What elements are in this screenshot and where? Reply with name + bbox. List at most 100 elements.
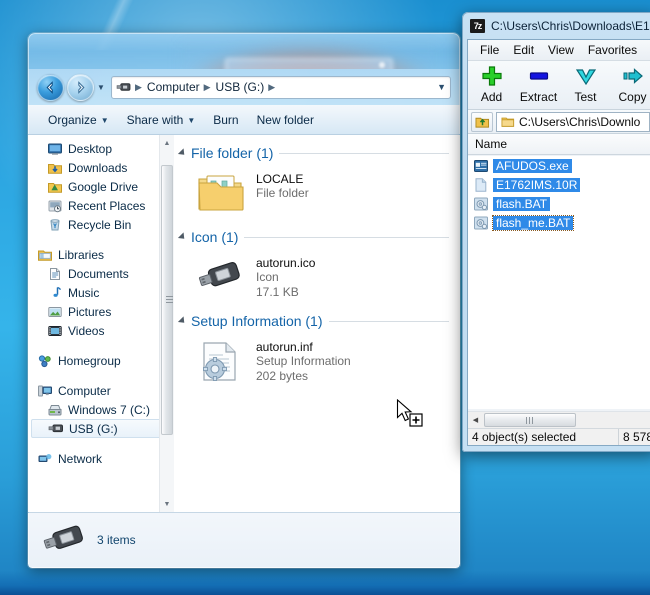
- generic-file-icon: [475, 177, 487, 192]
- batch-file-icon: [474, 197, 488, 210]
- sidebar-item-usb-g[interactable]: USB (G:): [31, 419, 170, 438]
- group-header-label: File folder (1): [191, 145, 274, 161]
- sidebar-group-separator: [29, 370, 174, 381]
- group-header-rule: [279, 152, 449, 154]
- taskbar-glow: [0, 571, 650, 595]
- sidebar-item-libraries[interactable]: Libraries: [29, 245, 174, 264]
- list-item[interactable]: AFUDOS.exe: [468, 156, 650, 175]
- menu-favorites[interactable]: Favorites: [581, 41, 644, 59]
- breadcrumb-usb[interactable]: USB (G:): [216, 80, 265, 94]
- burn-button[interactable]: Burn: [204, 109, 247, 131]
- breadcrumb-separator: ▶: [135, 81, 142, 92]
- file-item-autorun-inf[interactable]: autorun.inf Setup Information 202 bytes: [174, 331, 459, 395]
- share-with-button[interactable]: Share with ▼: [118, 109, 205, 131]
- explorer-title-bar[interactable]: [28, 33, 460, 69]
- sevenzip-window[interactable]: 7z C:\Users\Chris\Downloads\E17 File Edi…: [462, 12, 650, 452]
- sidebar-item-google-drive[interactable]: Google Drive: [29, 177, 174, 196]
- sevenzip-menu-bar[interactable]: File Edit View Favorites T: [468, 40, 650, 61]
- sidebar-item-windows-7-c[interactable]: Windows 7 (C:): [29, 400, 174, 419]
- file-name[interactable]: E1762IMS.10R: [493, 177, 581, 192]
- list-item[interactable]: flash.BAT: [468, 194, 650, 213]
- address-dropdown-icon[interactable]: ▼: [433, 82, 446, 92]
- menu-file[interactable]: File: [473, 41, 506, 59]
- sevenzip-horizontal-scrollbar[interactable]: ◀: [468, 411, 650, 428]
- sidebar-item-recent-places[interactable]: Recent Places: [29, 196, 174, 215]
- sidebar-item-label: Documents: [68, 266, 129, 281]
- usb-drive-large-icon: [198, 262, 240, 287]
- navigation-pane[interactable]: Desktop Downloads Google Drive Recent Pl…: [29, 135, 174, 512]
- menu-edit[interactable]: Edit: [506, 41, 541, 59]
- sidebar-item-label: USB (G:): [69, 421, 118, 436]
- file-list-pane[interactable]: File folder (1) LOCALE File folder Icon …: [174, 135, 459, 512]
- new-folder-button[interactable]: New folder: [248, 109, 323, 131]
- sidebar-item-label: Homegroup: [58, 353, 121, 368]
- group-header-setup-information[interactable]: Setup Information (1): [174, 311, 459, 331]
- list-item[interactable]: flash_me.BAT: [468, 213, 650, 232]
- downloads-icon: [48, 163, 62, 174]
- file-name[interactable]: flash.BAT: [493, 196, 551, 211]
- file-name[interactable]: AFUDOS.exe: [493, 158, 572, 173]
- breadcrumb-computer[interactable]: Computer: [147, 80, 200, 94]
- sevenzip-file-list[interactable]: AFUDOS.exe E1762IMS.10R flash.BAT flash_…: [468, 156, 650, 409]
- sidebar-item-homegroup[interactable]: Homegroup: [29, 351, 174, 370]
- sidebar-item-label: Recycle Bin: [68, 217, 132, 232]
- list-item[interactable]: E1762IMS.10R: [468, 175, 650, 194]
- sevenzip-client-area: File Edit View Favorites T Add: [467, 39, 650, 446]
- sidebar-item-label: Music: [68, 285, 100, 300]
- videos-library-icon: [48, 325, 62, 336]
- scrollbar-thumb[interactable]: [484, 413, 576, 427]
- explorer-window[interactable]: ▼ ▶ Computer ▶ USB (G:) ▶ ▼ Organize ▼ Sh…: [28, 33, 460, 568]
- sidebar-item-network[interactable]: Network: [29, 449, 174, 468]
- path-combobox[interactable]: C:\Users\Chris\Downlo: [496, 111, 650, 132]
- file-name[interactable]: flash_me.BAT: [491, 214, 575, 231]
- copy-button[interactable]: Copy: [609, 64, 650, 104]
- back-button[interactable]: [37, 73, 64, 101]
- add-label: Add: [480, 90, 503, 104]
- extract-button[interactable]: Extract: [515, 64, 562, 104]
- navigation-pane-scrollbar[interactable]: ▲ ▼: [159, 135, 174, 512]
- sidebar-item-desktop[interactable]: Desktop: [29, 139, 174, 158]
- address-bar[interactable]: ▶ Computer ▶ USB (G:) ▶ ▼: [111, 75, 451, 99]
- sevenzip-column-header[interactable]: Name: [468, 134, 650, 155]
- group-header-icon[interactable]: Icon (1): [174, 227, 459, 247]
- column-header-name[interactable]: Name: [475, 137, 507, 151]
- folder-up-button[interactable]: [471, 111, 493, 132]
- scrollbar-thumb[interactable]: [161, 165, 173, 435]
- history-dropdown-button[interactable]: ▼: [94, 83, 108, 92]
- share-with-label: Share with: [126, 112, 184, 127]
- scroll-down-arrow[interactable]: ▼: [160, 496, 174, 512]
- sidebar-item-label: Network: [58, 451, 103, 466]
- sidebar-item-pictures[interactable]: Pictures: [29, 302, 174, 321]
- scroll-left-arrow[interactable]: ◀: [468, 416, 483, 424]
- sevenzip-toolbar[interactable]: Add Extract Test Copy: [468, 61, 650, 110]
- sidebar-item-music[interactable]: Music: [29, 283, 174, 302]
- sidebar-item-videos[interactable]: Videos: [29, 321, 174, 340]
- menu-tools[interactable]: T: [644, 41, 650, 59]
- sidebar-item-recycle-bin[interactable]: Recycle Bin: [29, 215, 174, 234]
- titlebar-blurred-dot: [379, 62, 385, 68]
- sevenzip-address-bar[interactable]: C:\Users\Chris\Downlo: [468, 110, 650, 134]
- add-button[interactable]: Add: [468, 64, 515, 104]
- collapse-triangle-icon[interactable]: [177, 316, 188, 326]
- google-drive-folder-icon: [48, 182, 62, 193]
- menu-view[interactable]: View: [541, 41, 581, 59]
- organize-button[interactable]: Organize ▼: [39, 109, 118, 131]
- explorer-navigation-bar[interactable]: ▼ ▶ Computer ▶ USB (G:) ▶ ▼: [28, 69, 460, 105]
- sidebar-item-documents[interactable]: Documents: [29, 264, 174, 283]
- batch-file-icon: [474, 216, 488, 229]
- test-button[interactable]: Test: [562, 64, 609, 104]
- forward-button[interactable]: [67, 73, 94, 101]
- file-item-locale[interactable]: LOCALE File folder: [174, 163, 459, 227]
- collapse-triangle-icon[interactable]: [177, 232, 188, 242]
- sidebar-item-computer[interactable]: Computer: [29, 381, 174, 400]
- back-arrow-icon: [46, 80, 53, 94]
- explorer-command-bar[interactable]: Organize ▼ Share with ▼ Burn New folder: [28, 105, 460, 135]
- group-header-file-folder[interactable]: File folder (1): [174, 143, 459, 163]
- sevenzip-title-bar[interactable]: 7z C:\Users\Chris\Downloads\E17: [462, 12, 650, 39]
- collapse-triangle-icon[interactable]: [177, 148, 188, 158]
- sidebar-item-downloads[interactable]: Downloads: [29, 158, 174, 177]
- usb-drive-large-icon: [43, 525, 83, 549]
- scroll-up-arrow[interactable]: ▲: [160, 135, 174, 151]
- libraries-icon: [38, 250, 52, 261]
- file-item-autorun-ico[interactable]: autorun.ico Icon 17.1 KB: [174, 247, 459, 311]
